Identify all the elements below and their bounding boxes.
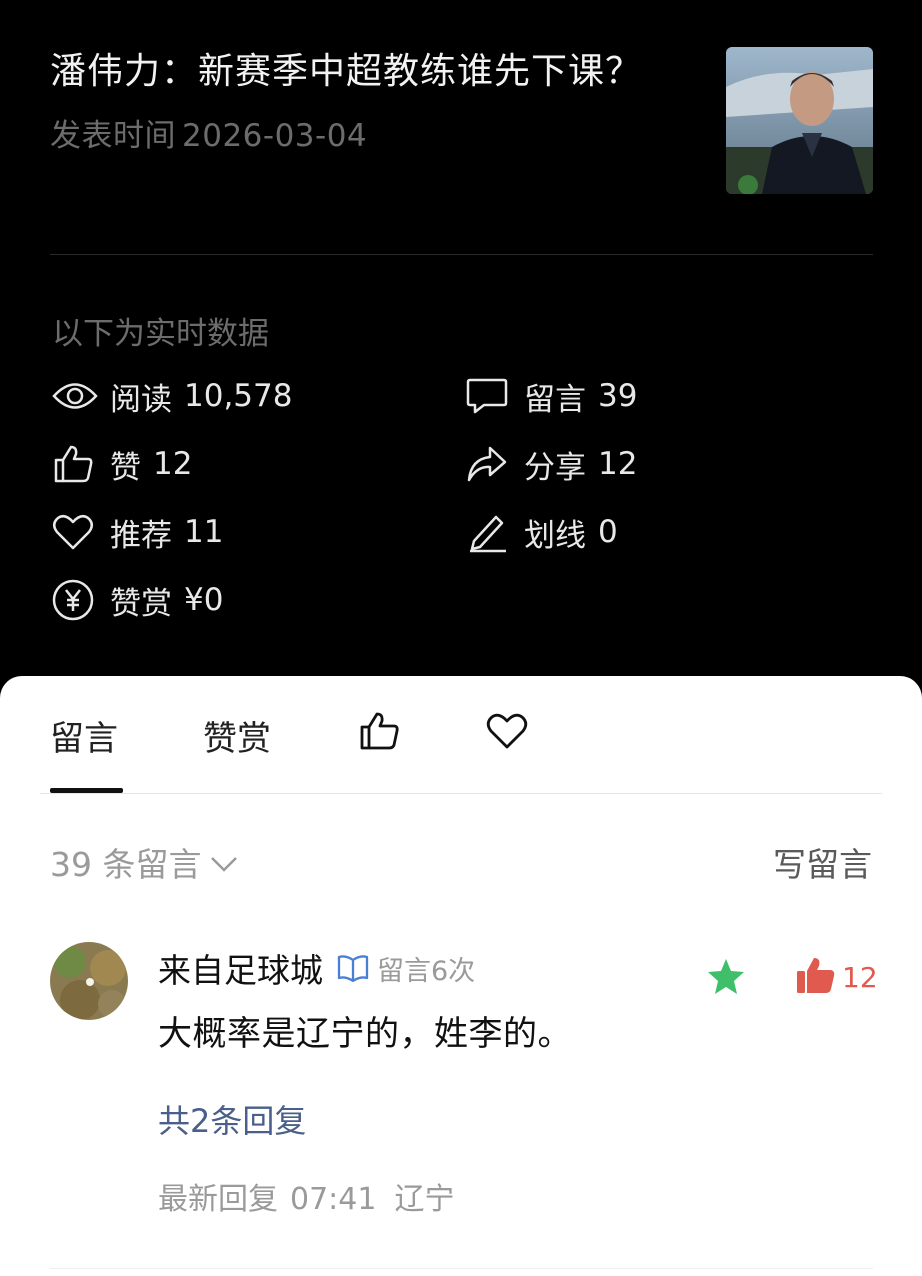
- thumbs-up-icon: [52, 442, 98, 486]
- share-icon: [466, 442, 512, 486]
- stat-likes: 赞 12: [52, 442, 192, 486]
- author-comment-count: 留言6次: [377, 955, 476, 987]
- stat-value: 11: [184, 514, 224, 550]
- stat-value: 10,578: [184, 378, 293, 414]
- stat-label: 赞赏: [110, 585, 172, 622]
- comment-icon: [466, 374, 512, 418]
- stat-value: 0: [598, 514, 618, 550]
- write-comment-button[interactable]: 写留言: [773, 838, 872, 886]
- stat-recommend: 推荐 11: [52, 510, 223, 554]
- stat-label: 划线: [524, 517, 586, 554]
- heart-icon: [486, 712, 528, 759]
- pen-icon: [466, 510, 512, 554]
- article-title: 潘伟力：新赛季中超教练谁先下课？: [50, 51, 643, 92]
- tab-likes[interactable]: [358, 710, 400, 760]
- book-icon: [337, 954, 369, 982]
- stats-caption: 以下为实时数据: [52, 316, 269, 352]
- stat-value: 39: [598, 378, 638, 414]
- tab-comments[interactable]: 留言: [50, 710, 118, 760]
- star-icon[interactable]: [706, 958, 746, 1000]
- eye-icon: [52, 374, 98, 418]
- avatar[interactable]: [50, 942, 128, 1020]
- header-divider: [50, 254, 873, 255]
- thumbs-up-icon: [358, 711, 400, 760]
- comment-like-button[interactable]: 12: [796, 956, 878, 998]
- stat-label: 赞: [110, 449, 141, 486]
- publish-date: 2026-03-04: [182, 118, 368, 154]
- comment-count-dropdown[interactable]: 39 条留言: [50, 838, 239, 886]
- view-replies-link[interactable]: 共2条回复: [158, 1096, 306, 1142]
- heart-icon: [52, 510, 98, 554]
- comment-divider: [50, 1268, 873, 1269]
- publish-time: 发表时间 2026-03-04: [50, 110, 670, 155]
- thumbs-up-icon: [796, 956, 836, 998]
- stat-label: 分享: [524, 449, 586, 486]
- latest-reply-location: 辽宁: [394, 1182, 455, 1217]
- article-header: 潘伟力：新赛季中超教练谁先下课？ 发表时间 2026-03-04: [50, 44, 670, 155]
- chevron-down-icon: [209, 843, 239, 882]
- latest-reply-info: 最新回复 07:41 辽宁: [158, 1174, 472, 1218]
- stat-rewards: 赞赏 ¥0: [52, 578, 223, 622]
- comment-text: 大概率是辽宁的，姓李的。: [158, 1014, 572, 1054]
- stat-shares: 分享 12: [466, 442, 637, 486]
- stat-label: 阅读: [110, 381, 172, 418]
- tabs-divider: [40, 793, 882, 794]
- comment-count-label: 39 条留言: [50, 845, 202, 884]
- yuan-icon: [52, 578, 98, 622]
- stat-label: 留言: [524, 381, 586, 418]
- stat-value: ¥0: [184, 582, 224, 618]
- stat-comments: 留言 39: [466, 374, 637, 418]
- like-count: 12: [842, 960, 878, 994]
- article-thumbnail[interactable]: [726, 47, 873, 194]
- publish-label: 发表时间: [50, 118, 176, 154]
- comment-author[interactable]: 来自足球城: [158, 944, 323, 992]
- latest-reply-time: 07:41: [290, 1182, 377, 1217]
- latest-reply-label: 最新回复: [158, 1182, 278, 1217]
- stat-label: 推荐: [110, 517, 172, 554]
- stat-value: 12: [598, 446, 638, 482]
- tab-recommend[interactable]: [486, 710, 528, 760]
- tab-rewards[interactable]: 赞赏: [203, 710, 271, 760]
- stat-highlights: 划线 0: [466, 510, 618, 554]
- comment-author-row: 来自足球城 留言6次: [158, 946, 475, 990]
- comments-sheet: 留言 赞赏 39 条留言 写留言 来自足球城 留言6次 12 大概率是辽宁的，姓…: [0, 676, 922, 1276]
- stat-reads: 阅读 10,578: [52, 374, 292, 418]
- stat-value: 12: [153, 446, 193, 482]
